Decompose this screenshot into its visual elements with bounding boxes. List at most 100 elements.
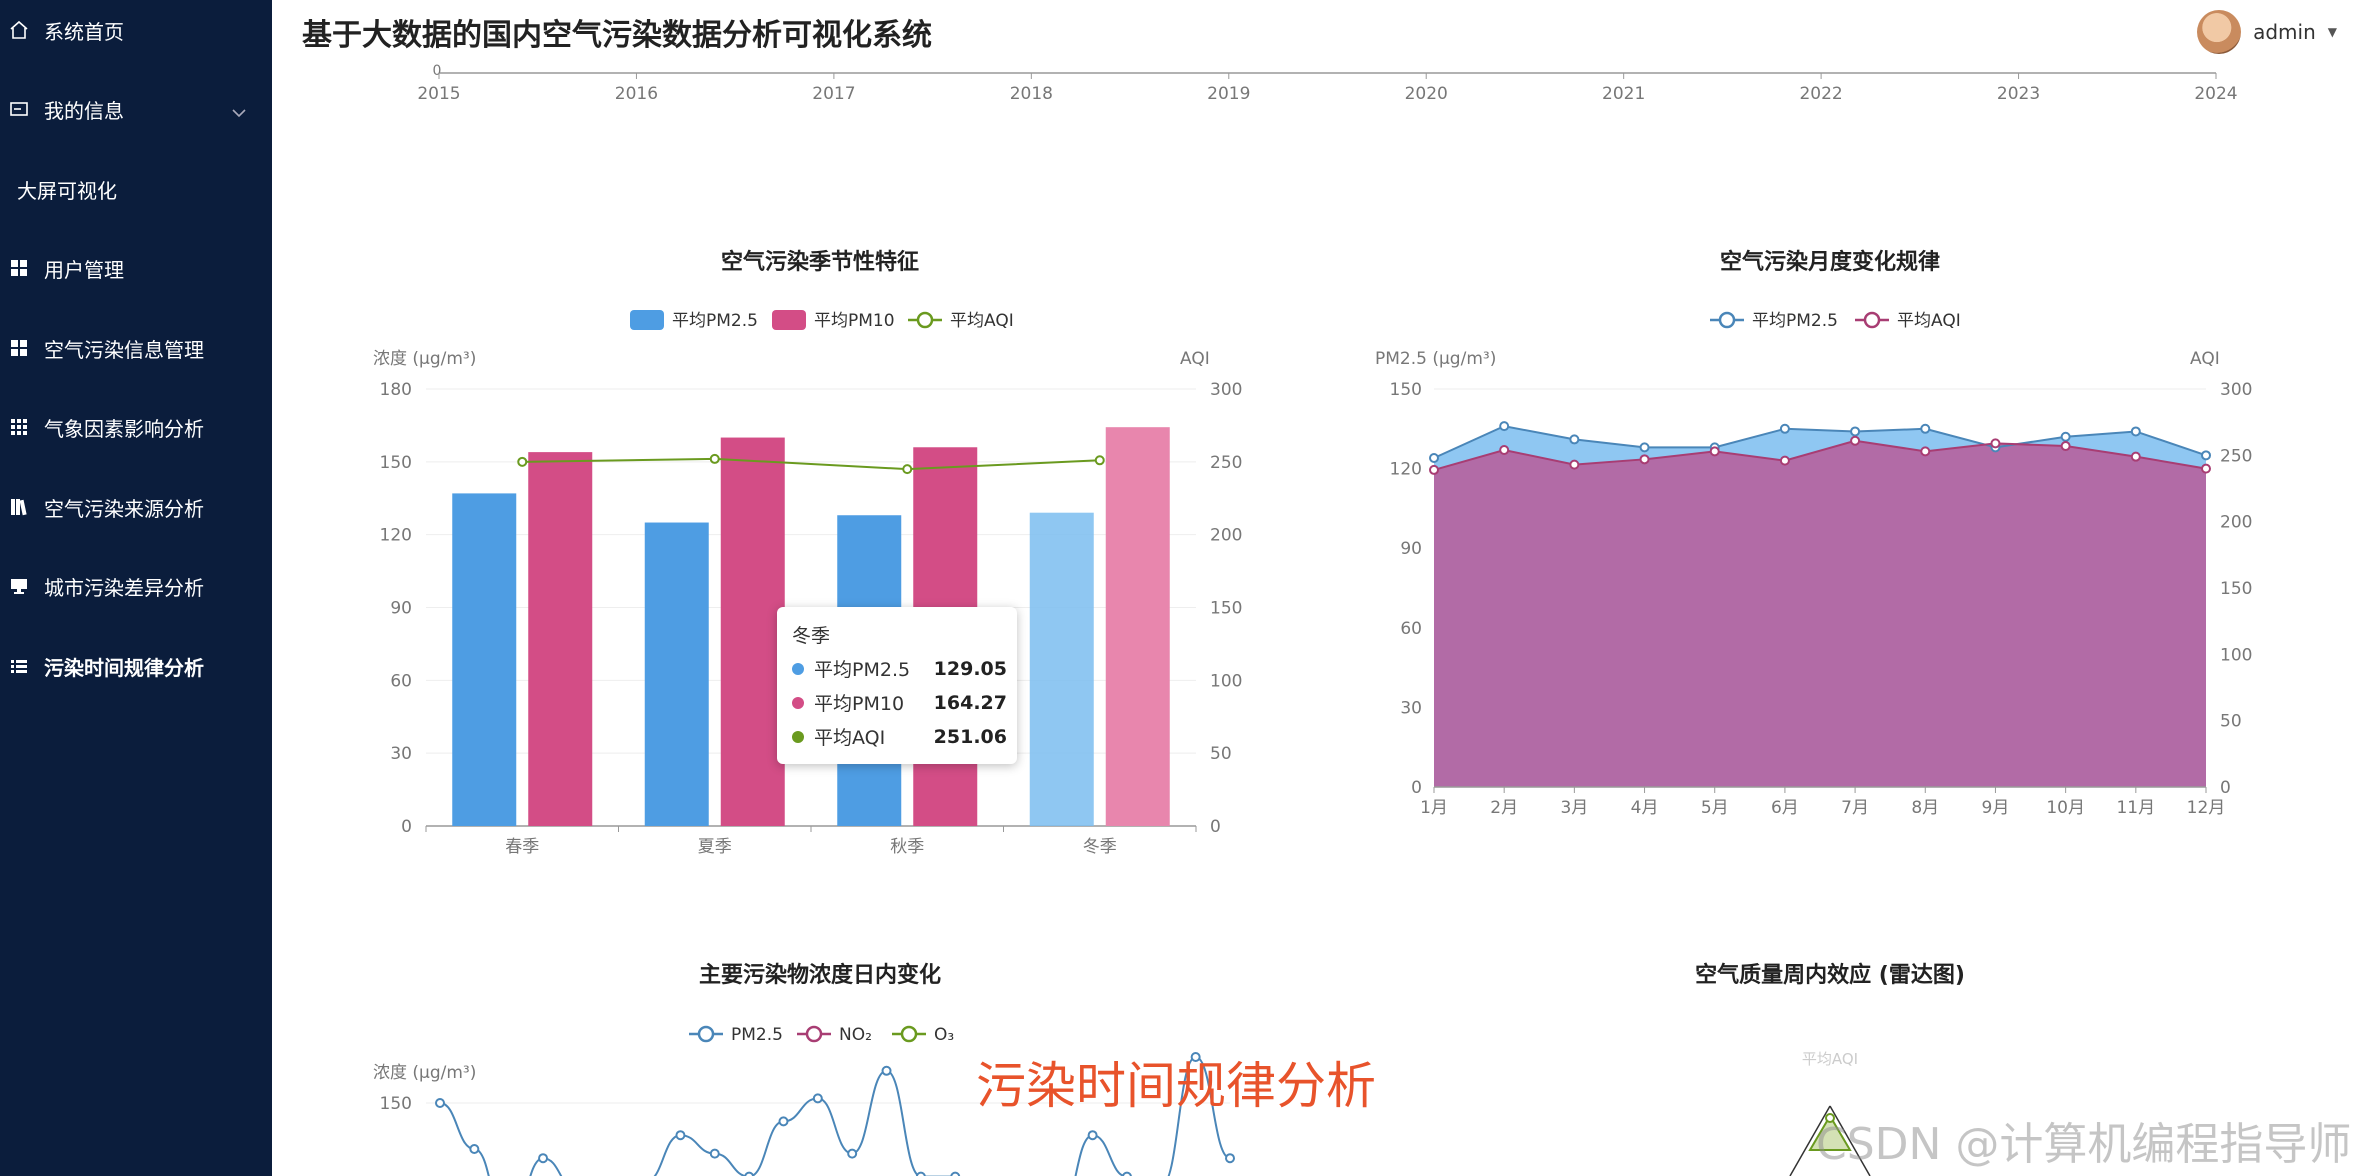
x-tick-label: 2月: [1490, 798, 1518, 818]
legend-label: 平均AQI: [950, 311, 1014, 331]
aqi-point: [1499, 445, 1510, 456]
x-tick-label: 夏季: [698, 837, 732, 857]
aqi-line: [522, 457, 1100, 471]
legend-label: 平均AQI: [1897, 311, 1961, 331]
tooltip-row-aqi: 平均AQI 251.06: [792, 723, 1007, 750]
y-axis-label-right: AQI: [1180, 349, 1210, 369]
aqi-point: [2060, 441, 2071, 452]
tooltip-value: 129.05: [933, 657, 1007, 680]
y-tick-label-right: 100: [1210, 671, 1242, 691]
aqi-point: [1709, 446, 1720, 457]
y-tick-label-left: 0: [1411, 778, 1422, 798]
chart-tooltip: 冬季 平均PM2.5 129.05 平均PM10 164.27 平均AQI 25…: [777, 607, 1017, 764]
radar-axis-label: 平均AQI: [1802, 1050, 1858, 1068]
y-tick-label-left: 60: [1400, 619, 1422, 639]
y-tick-label-right: 50: [2220, 712, 2242, 732]
aqi-point: [1990, 438, 2001, 449]
x-tick-label: 1月: [1420, 798, 1448, 818]
legend-swatch: [916, 311, 934, 329]
pm25-point: [1569, 434, 1580, 445]
y-tick-label-left: 60: [390, 671, 412, 691]
legend-swatch: [900, 1025, 918, 1043]
tooltip-label: 平均PM2.5: [814, 659, 911, 681]
y-tick-label-right: 150: [1210, 599, 1242, 619]
legend-label: O₃: [934, 1025, 954, 1045]
tooltip-label: 平均PM10: [814, 693, 905, 715]
pm25-point: [1121, 1171, 1132, 1176]
pm25-point: [744, 1171, 755, 1176]
aqi-point: [1569, 459, 1580, 470]
tooltip-title: 冬季: [792, 625, 831, 647]
yearly-tick-label: 2018: [1010, 84, 1053, 104]
y-tick-label-left: 150: [380, 453, 412, 473]
legend-label: 平均PM2.5: [1752, 311, 1838, 331]
legend-swatch: [1863, 311, 1881, 329]
x-tick-label: 6月: [1771, 798, 1799, 818]
pm25-point: [469, 1144, 480, 1154]
aqi-point: [517, 456, 528, 467]
x-tick-label: 10月: [2046, 798, 2085, 818]
y-tick-label-left: 30: [1400, 698, 1422, 718]
pm10-dot-icon: [792, 696, 804, 709]
legend-swatch: [772, 310, 806, 330]
yearly-zero-label: 0: [433, 63, 442, 79]
y-tick-label-left: 120: [1390, 460, 1422, 480]
source-watermark: CSDN @计算机编程指导师: [1816, 1119, 2352, 1170]
pm25-point: [1639, 442, 1650, 453]
tooltip-value: 164.27: [933, 691, 1007, 714]
y-tick-label-right: 50: [1210, 744, 1232, 764]
legend-swatch: [697, 1025, 715, 1043]
tooltip-row-pm25: 平均PM2.5 129.05: [792, 655, 1007, 682]
aqi-dot-icon: [792, 730, 804, 743]
bar-pm25: [644, 522, 709, 826]
pm25-point: [1779, 423, 1790, 434]
aqi-point: [902, 464, 913, 475]
section-caption: 污染时间规律分析: [976, 1057, 1376, 1115]
legend-swatch: [805, 1025, 823, 1043]
x-tick-label: 3月: [1560, 798, 1588, 818]
bar-pm10: [720, 437, 785, 826]
tooltip-value: 251.06: [933, 725, 1007, 748]
pm25-point: [1850, 426, 1861, 437]
yearly-tick-label: 2022: [1799, 84, 1842, 104]
x-tick-label: 4月: [1631, 798, 1659, 818]
y-axis-label: 浓度 (μg/m³): [373, 1063, 476, 1083]
pm25-point: [778, 1116, 789, 1127]
y-axis-label-left: PM2.5 (μg/m³): [1375, 349, 1496, 369]
aqi-point: [2201, 463, 2211, 474]
y-axis-label-right: AQI: [2190, 349, 2220, 369]
pm25-dot-icon: [792, 662, 804, 675]
pm25-point: [1499, 421, 1510, 432]
pm25-point: [1429, 452, 1439, 463]
y-tick-label-left: 0: [401, 817, 412, 837]
y-tick-label-left: 30: [390, 744, 412, 764]
x-tick-label: 9月: [1982, 798, 2010, 818]
y-tick-label-right: 0: [1210, 817, 1221, 837]
pm25-point: [812, 1093, 823, 1104]
x-tick-label: 秋季: [890, 837, 924, 857]
y-tick-label-right: 300: [2220, 380, 2252, 400]
pm25-point: [915, 1171, 926, 1176]
pm25-point: [538, 1153, 549, 1164]
pm25-point: [2130, 426, 2141, 437]
pm25-point: [675, 1130, 686, 1141]
pm25-point: [1087, 1130, 1098, 1141]
y-tick-label-right: 100: [2220, 645, 2252, 665]
aqi-point: [709, 453, 720, 464]
y-tick-label-left: 180: [380, 380, 412, 400]
aqi-point: [1850, 435, 1861, 446]
bar-pm10: [528, 452, 593, 826]
yearly-tick-label: 2017: [812, 84, 855, 104]
y-tick-label-right: 200: [1210, 526, 1242, 546]
y-tick-label-left: 120: [380, 526, 412, 546]
yearly-tick-label: 2023: [1997, 84, 2040, 104]
pm25-point: [435, 1098, 445, 1108]
bar-pm25: [1029, 512, 1094, 826]
yearly-tick-label: 2020: [1405, 84, 1448, 104]
x-tick-label: 11月: [2116, 798, 2155, 818]
y-tick-label-right: 250: [2220, 446, 2252, 466]
legend-label: NO₂: [839, 1025, 872, 1045]
aqi-point: [1920, 446, 1931, 457]
yearly-tick-label: 2021: [1602, 84, 1645, 104]
bar-pm25: [452, 493, 517, 826]
